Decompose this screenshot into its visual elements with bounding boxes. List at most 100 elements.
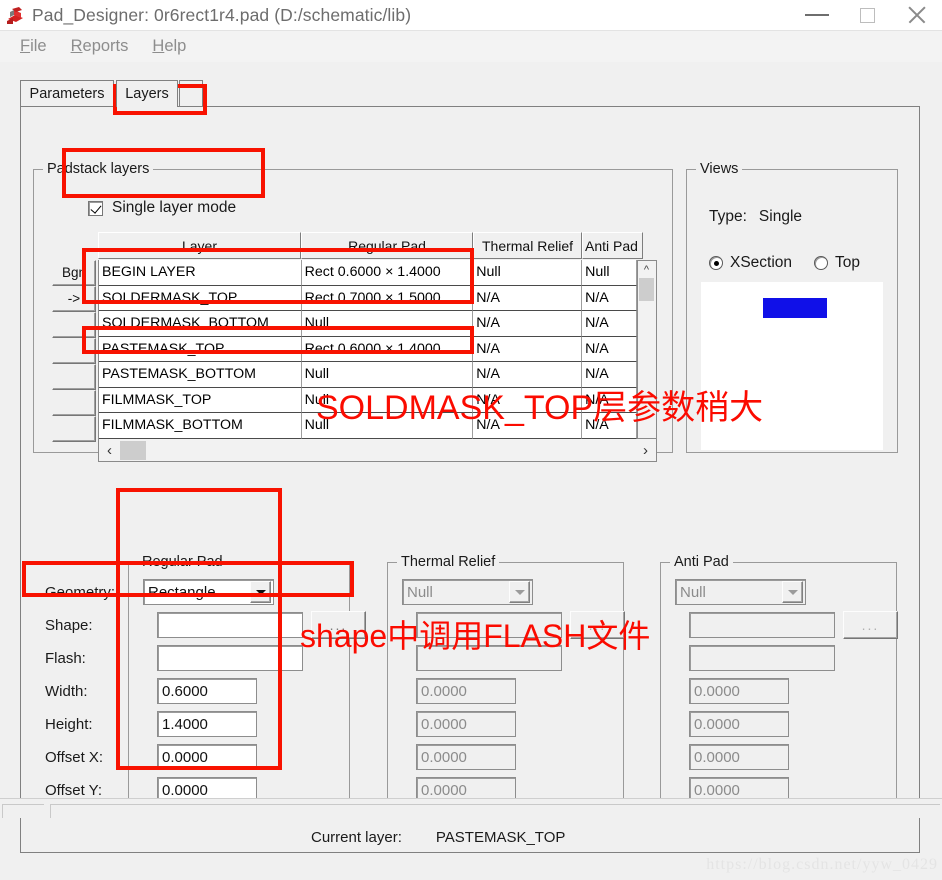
tab-parameters[interactable]: Parameters bbox=[20, 80, 114, 107]
cell-thermal-relief[interactable]: N/A bbox=[473, 413, 583, 439]
regular-pad-height-input[interactable]: 1.4000 bbox=[157, 711, 257, 737]
cell-anti-pad[interactable]: N/A bbox=[582, 336, 637, 362]
cell-thermal-relief[interactable]: N/A bbox=[473, 311, 583, 337]
cell-thermal-relief[interactable]: N/A bbox=[473, 387, 583, 413]
menu-item-file[interactable]: File bbox=[8, 35, 59, 58]
anti-pad-shape-input[interactable] bbox=[689, 612, 835, 638]
row-button-begin[interactable]: Bgn bbox=[52, 260, 96, 286]
row-button-5[interactable] bbox=[52, 364, 96, 390]
anti-pad-geometry-select[interactable]: Null bbox=[675, 579, 806, 605]
column-header-regular-pad[interactable]: Regular Pad bbox=[301, 232, 473, 259]
row-button-3[interactable] bbox=[52, 312, 96, 338]
regular-pad-geometry-select[interactable]: Rectangle bbox=[143, 579, 274, 605]
cell-layer[interactable]: SOLDERMASK_TOP bbox=[99, 285, 302, 311]
table-row[interactable]: PASTEMASK_BOTTOM Null N/A N/A bbox=[99, 362, 637, 388]
anti-pad-shape-browse-button[interactable]: ... bbox=[843, 611, 898, 639]
anti-pad-width-input[interactable]: 0.0000 bbox=[689, 678, 789, 704]
cell-regular-pad[interactable]: Null bbox=[301, 311, 474, 337]
padstack-layers-label: Padstack layers bbox=[43, 161, 154, 177]
chevron-down-icon[interactable] bbox=[509, 581, 530, 603]
table-row[interactable]: SOLDERMASK_TOP Rect 0.7000 × 1.5000 N/A … bbox=[99, 285, 637, 311]
table-row[interactable]: BEGIN LAYER Rect 0.6000 × 1.4000 Null Nu… bbox=[99, 260, 637, 286]
cell-layer[interactable]: SOLDERMASK_BOTTOM bbox=[99, 311, 302, 337]
thermal-relief-geometry-select[interactable]: Null bbox=[402, 579, 533, 605]
checkbox-check-icon bbox=[88, 200, 103, 216]
table-vertical-scrollbar[interactable]: ^ bbox=[638, 260, 657, 439]
cell-regular-pad[interactable]: Rect 0.6000 × 1.4000 bbox=[301, 336, 474, 362]
anti-pad-offset-x-input[interactable]: 0.0000 bbox=[689, 744, 789, 770]
thermal-relief-flash-input[interactable] bbox=[416, 645, 562, 671]
vscroll-thumb[interactable] bbox=[639, 278, 654, 301]
cell-thermal-relief[interactable]: N/A bbox=[473, 362, 583, 388]
table-row[interactable]: FILMMASK_TOP Null N/A N/A bbox=[99, 387, 637, 413]
thermal-relief-offset-x-input[interactable]: 0.0000 bbox=[416, 744, 516, 770]
regular-pad-shape-input[interactable] bbox=[157, 612, 303, 638]
row-button-6[interactable] bbox=[52, 390, 96, 416]
row-button-4[interactable] bbox=[52, 338, 96, 364]
radio-xsection[interactable]: XSection bbox=[709, 254, 792, 272]
regular-pad-label: Regular Pad bbox=[138, 554, 227, 570]
pad-preview-rectangle bbox=[763, 298, 827, 318]
regular-pad-flash-input[interactable] bbox=[157, 645, 303, 671]
maximize-button[interactable] bbox=[842, 0, 892, 30]
table-row[interactable]: PASTEMASK_TOP Rect 0.6000 × 1.4000 N/A N… bbox=[99, 336, 637, 362]
cell-anti-pad[interactable]: N/A bbox=[582, 413, 637, 439]
cell-regular-pad[interactable]: Rect 0.6000 × 1.4000 bbox=[301, 260, 474, 286]
column-header-layer[interactable]: Layer bbox=[98, 232, 301, 259]
watermark-text: https://blog.csdn.net/yyw_0429 bbox=[706, 856, 938, 873]
chevron-right-icon[interactable]: › bbox=[635, 440, 656, 461]
cell-regular-pad[interactable]: Null bbox=[301, 413, 474, 439]
menu-item-reports[interactable]: Reports bbox=[59, 35, 141, 58]
single-layer-mode-checkbox[interactable]: Single layer mode bbox=[88, 199, 236, 217]
chevron-left-icon[interactable]: ‹ bbox=[99, 440, 120, 461]
table-horizontal-scrollbar[interactable]: ‹ › bbox=[98, 439, 657, 462]
thermal-relief-shape-browse-button[interactable]: ... bbox=[570, 611, 625, 639]
views-type-row: Type: Single bbox=[709, 208, 802, 226]
cell-layer[interactable]: PASTEMASK_BOTTOM bbox=[99, 362, 302, 388]
cell-regular-pad[interactable]: Null bbox=[301, 362, 474, 388]
row-button-7[interactable] bbox=[52, 416, 96, 442]
status-bar-separator bbox=[0, 798, 942, 799]
cell-anti-pad[interactable]: N/A bbox=[582, 362, 637, 388]
cell-anti-pad[interactable]: Null bbox=[582, 260, 637, 286]
cell-layer[interactable]: BEGIN LAYER bbox=[99, 260, 302, 286]
row-button-current[interactable]: -> bbox=[52, 286, 96, 312]
hscroll-thumb[interactable] bbox=[120, 440, 146, 460]
table-row[interactable]: FILMMASK_BOTTOM Null N/A N/A bbox=[99, 413, 637, 439]
cell-thermal-relief[interactable]: Null bbox=[473, 260, 583, 286]
radio-top[interactable]: Top bbox=[814, 254, 860, 272]
cell-thermal-relief[interactable]: N/A bbox=[473, 285, 583, 311]
cell-layer[interactable]: FILMMASK_TOP bbox=[99, 387, 302, 413]
tab-layers[interactable]: Layers bbox=[116, 80, 178, 107]
menu-item-help[interactable]: Help bbox=[140, 35, 198, 58]
cell-layer[interactable]: PASTEMASK_TOP bbox=[99, 336, 302, 362]
table-row[interactable]: SOLDERMASK_BOTTOM Null N/A N/A bbox=[99, 311, 637, 337]
cell-thermal-relief[interactable]: N/A bbox=[473, 336, 583, 362]
cell-anti-pad[interactable]: N/A bbox=[582, 387, 637, 413]
minimize-button[interactable] bbox=[792, 0, 842, 30]
regular-pad-shape-browse-button[interactable]: ... bbox=[311, 611, 366, 639]
chevron-up-icon[interactable]: ^ bbox=[638, 261, 655, 278]
cell-anti-pad[interactable]: N/A bbox=[582, 311, 637, 337]
column-header-anti-pad[interactable]: Anti Pad bbox=[582, 232, 643, 259]
label-flash: Flash: bbox=[45, 650, 86, 667]
thermal-relief-height-input[interactable]: 0.0000 bbox=[416, 711, 516, 737]
radio-unselected-icon bbox=[814, 256, 829, 270]
cell-anti-pad[interactable]: N/A bbox=[582, 285, 637, 311]
thermal-relief-width-input[interactable]: 0.0000 bbox=[416, 678, 516, 704]
current-layer-value: PASTEMASK_TOP bbox=[435, 829, 566, 846]
cell-regular-pad[interactable]: Null bbox=[301, 387, 474, 413]
table-header-row: Layer Regular Pad Thermal Relief Anti Pa… bbox=[98, 232, 643, 259]
close-button[interactable] bbox=[892, 0, 942, 30]
cell-regular-pad[interactable]: Rect 0.7000 × 1.5000 bbox=[301, 285, 474, 311]
anti-pad-flash-input[interactable] bbox=[689, 645, 835, 671]
tab-blank[interactable] bbox=[179, 80, 203, 107]
cell-layer[interactable]: FILMMASK_BOTTOM bbox=[99, 413, 302, 439]
chevron-down-icon[interactable] bbox=[250, 581, 271, 603]
anti-pad-height-input[interactable]: 0.0000 bbox=[689, 711, 789, 737]
regular-pad-offset-x-input[interactable]: 0.0000 bbox=[157, 744, 257, 770]
chevron-down-icon[interactable] bbox=[782, 581, 803, 603]
regular-pad-width-input[interactable]: 0.6000 bbox=[157, 678, 257, 704]
thermal-relief-shape-input[interactable] bbox=[416, 612, 562, 638]
column-header-thermal-relief[interactable]: Thermal Relief bbox=[473, 232, 582, 259]
